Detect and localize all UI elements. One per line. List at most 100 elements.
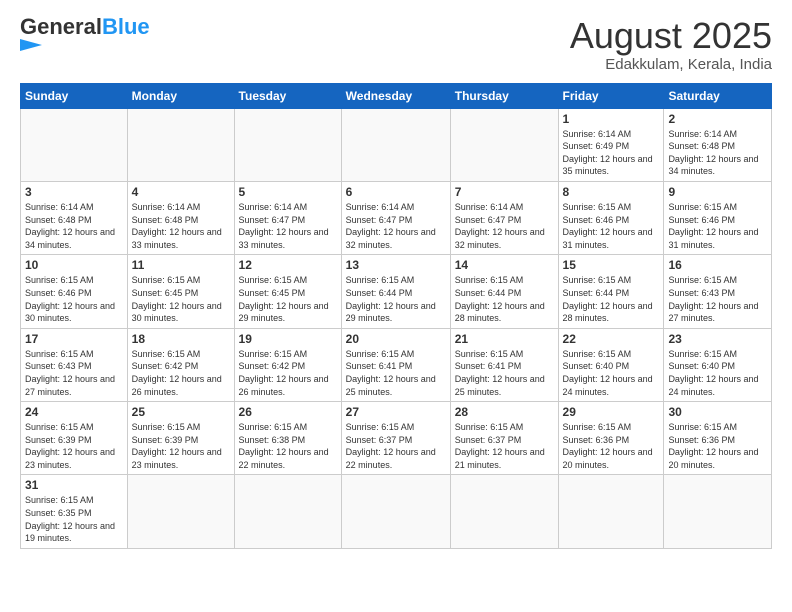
week-row-4: 24 Sunrise: 6:15 AM Sunset: 6:39 PM Dayli… xyxy=(21,402,772,475)
day-number: 11 xyxy=(132,258,230,272)
day-info: Sunrise: 6:15 AM Sunset: 6:42 PM Dayligh… xyxy=(132,348,230,398)
day-info: Sunrise: 6:15 AM Sunset: 6:36 PM Dayligh… xyxy=(668,421,767,471)
day-info: Sunrise: 6:15 AM Sunset: 6:35 PM Dayligh… xyxy=(25,494,123,544)
day-number: 15 xyxy=(563,258,660,272)
day-cell: 22Sunrise: 6:15 AM Sunset: 6:40 PM Dayli… xyxy=(558,328,664,401)
day-number: 28 xyxy=(455,405,554,419)
day-info: Sunrise: 6:15 AM Sunset: 6:41 PM Dayligh… xyxy=(455,348,554,398)
day-info: Sunrise: 6:14 AM Sunset: 6:47 PM Dayligh… xyxy=(239,201,337,251)
day-cell xyxy=(234,108,341,181)
col-header-monday: Monday xyxy=(127,83,234,108)
day-info: Sunrise: 6:15 AM Sunset: 6:44 PM Dayligh… xyxy=(455,274,554,324)
location-title: Edakkulam, Kerala, India xyxy=(570,56,772,73)
day-number: 24 xyxy=(25,405,123,419)
day-cell: 20Sunrise: 6:15 AM Sunset: 6:41 PM Dayli… xyxy=(341,328,450,401)
day-cell: 6 Sunrise: 6:14 AM Sunset: 6:47 PM Daylig… xyxy=(341,181,450,254)
day-number: 7 xyxy=(455,185,554,199)
day-info: Sunrise: 6:15 AM Sunset: 6:45 PM Dayligh… xyxy=(239,274,337,324)
day-cell: 12 Sunrise: 6:15 AM Sunset: 6:45 PM Dayli… xyxy=(234,255,341,328)
logo-blue: Blue xyxy=(102,14,150,39)
day-number: 17 xyxy=(25,332,123,346)
day-cell: 27 Sunrise: 6:15 AM Sunset: 6:37 PM Dayli… xyxy=(341,402,450,475)
day-cell: 3Sunrise: 6:14 AM Sunset: 6:48 PM Daylig… xyxy=(21,181,128,254)
day-number: 21 xyxy=(455,332,554,346)
day-cell: 15 Sunrise: 6:15 AM Sunset: 6:44 PM Dayli… xyxy=(558,255,664,328)
day-info: Sunrise: 6:15 AM Sunset: 6:37 PM Dayligh… xyxy=(346,421,446,471)
day-cell xyxy=(341,475,450,548)
day-info: Sunrise: 6:15 AM Sunset: 6:45 PM Dayligh… xyxy=(132,274,230,324)
day-number: 25 xyxy=(132,405,230,419)
day-number: 22 xyxy=(563,332,660,346)
day-number: 13 xyxy=(346,258,446,272)
page: GeneralBlue August 2025 Edakkulam, Keral… xyxy=(0,0,792,559)
col-header-saturday: Saturday xyxy=(664,83,772,108)
col-header-tuesday: Tuesday xyxy=(234,83,341,108)
day-cell xyxy=(450,475,558,548)
week-row-5: 31 Sunrise: 6:15 AM Sunset: 6:35 PM Dayli… xyxy=(21,475,772,548)
day-info: Sunrise: 6:15 AM Sunset: 6:36 PM Dayligh… xyxy=(563,421,660,471)
day-info: Sunrise: 6:14 AM Sunset: 6:47 PM Dayligh… xyxy=(455,201,554,251)
col-header-sunday: Sunday xyxy=(21,83,128,108)
day-cell: 24 Sunrise: 6:15 AM Sunset: 6:39 PM Dayli… xyxy=(21,402,128,475)
day-cell: 17Sunrise: 6:15 AM Sunset: 6:43 PM Dayli… xyxy=(21,328,128,401)
day-cell: 25Sunrise: 6:15 AM Sunset: 6:39 PM Dayli… xyxy=(127,402,234,475)
day-info: Sunrise: 6:14 AM Sunset: 6:48 PM Dayligh… xyxy=(132,201,230,251)
day-info: Sunrise: 6:14 AM Sunset: 6:48 PM Dayligh… xyxy=(668,128,767,178)
day-number: 31 xyxy=(25,478,123,492)
day-number: 4 xyxy=(132,185,230,199)
day-cell: 8Sunrise: 6:15 AM Sunset: 6:46 PM Daylig… xyxy=(558,181,664,254)
day-number: 10 xyxy=(25,258,123,272)
day-number: 30 xyxy=(668,405,767,419)
day-number: 3 xyxy=(25,185,123,199)
day-number: 14 xyxy=(455,258,554,272)
day-number: 6 xyxy=(346,185,446,199)
day-number: 19 xyxy=(239,332,337,346)
day-info: Sunrise: 6:14 AM Sunset: 6:49 PM Dayligh… xyxy=(563,128,660,178)
day-cell xyxy=(127,475,234,548)
day-cell: 13 Sunrise: 6:15 AM Sunset: 6:44 PM Dayli… xyxy=(341,255,450,328)
day-info: Sunrise: 6:15 AM Sunset: 6:44 PM Dayligh… xyxy=(563,274,660,324)
day-info: Sunrise: 6:15 AM Sunset: 6:37 PM Dayligh… xyxy=(455,421,554,471)
day-cell xyxy=(664,475,772,548)
day-cell: 29 Sunrise: 6:15 AM Sunset: 6:36 PM Dayli… xyxy=(558,402,664,475)
day-info: Sunrise: 6:15 AM Sunset: 6:40 PM Dayligh… xyxy=(668,348,767,398)
day-cell: 28 Sunrise: 6:15 AM Sunset: 6:37 PM Dayli… xyxy=(450,402,558,475)
day-cell: 30 Sunrise: 6:15 AM Sunset: 6:36 PM Dayli… xyxy=(664,402,772,475)
day-info: Sunrise: 6:15 AM Sunset: 6:46 PM Dayligh… xyxy=(563,201,660,251)
logo: GeneralBlue xyxy=(20,16,150,51)
day-number: 1 xyxy=(563,112,660,126)
day-info: Sunrise: 6:15 AM Sunset: 6:39 PM Dayligh… xyxy=(25,421,123,471)
day-cell: 2 Sunrise: 6:14 AM Sunset: 6:48 PM Daylig… xyxy=(664,108,772,181)
month-title: August 2025 xyxy=(570,16,772,56)
col-header-wednesday: Wednesday xyxy=(341,83,450,108)
col-header-thursday: Thursday xyxy=(450,83,558,108)
title-block: August 2025 Edakkulam, Kerala, India xyxy=(570,16,772,73)
day-number: 12 xyxy=(239,258,337,272)
day-cell xyxy=(450,108,558,181)
day-info: Sunrise: 6:15 AM Sunset: 6:41 PM Dayligh… xyxy=(346,348,446,398)
day-info: Sunrise: 6:15 AM Sunset: 6:44 PM Dayligh… xyxy=(346,274,446,324)
day-info: Sunrise: 6:15 AM Sunset: 6:42 PM Dayligh… xyxy=(239,348,337,398)
day-number: 27 xyxy=(346,405,446,419)
header: GeneralBlue August 2025 Edakkulam, Keral… xyxy=(20,16,772,73)
week-row-2: 10Sunrise: 6:15 AM Sunset: 6:46 PM Dayli… xyxy=(21,255,772,328)
day-cell: 4 Sunrise: 6:14 AM Sunset: 6:48 PM Daylig… xyxy=(127,181,234,254)
day-cell: 26Sunrise: 6:15 AM Sunset: 6:38 PM Dayli… xyxy=(234,402,341,475)
day-info: Sunrise: 6:14 AM Sunset: 6:47 PM Dayligh… xyxy=(346,201,446,251)
col-header-friday: Friday xyxy=(558,83,664,108)
day-cell: 1 Sunrise: 6:14 AM Sunset: 6:49 PM Daylig… xyxy=(558,108,664,181)
day-cell: 11 Sunrise: 6:15 AM Sunset: 6:45 PM Dayli… xyxy=(127,255,234,328)
day-number: 16 xyxy=(668,258,767,272)
day-cell: 31 Sunrise: 6:15 AM Sunset: 6:35 PM Dayli… xyxy=(21,475,128,548)
day-info: Sunrise: 6:15 AM Sunset: 6:43 PM Dayligh… xyxy=(668,274,767,324)
day-number: 29 xyxy=(563,405,660,419)
calendar: SundayMondayTuesdayWednesdayThursdayFrid… xyxy=(20,83,772,549)
day-cell xyxy=(21,108,128,181)
day-number: 2 xyxy=(668,112,767,126)
day-info: Sunrise: 6:15 AM Sunset: 6:38 PM Dayligh… xyxy=(239,421,337,471)
day-cell: 16 Sunrise: 6:15 AM Sunset: 6:43 PM Dayli… xyxy=(664,255,772,328)
day-cell xyxy=(558,475,664,548)
day-cell: 19 Sunrise: 6:15 AM Sunset: 6:42 PM Dayli… xyxy=(234,328,341,401)
day-cell: 14 Sunrise: 6:15 AM Sunset: 6:44 PM Dayli… xyxy=(450,255,558,328)
calendar-header-row: SundayMondayTuesdayWednesdayThursdayFrid… xyxy=(21,83,772,108)
